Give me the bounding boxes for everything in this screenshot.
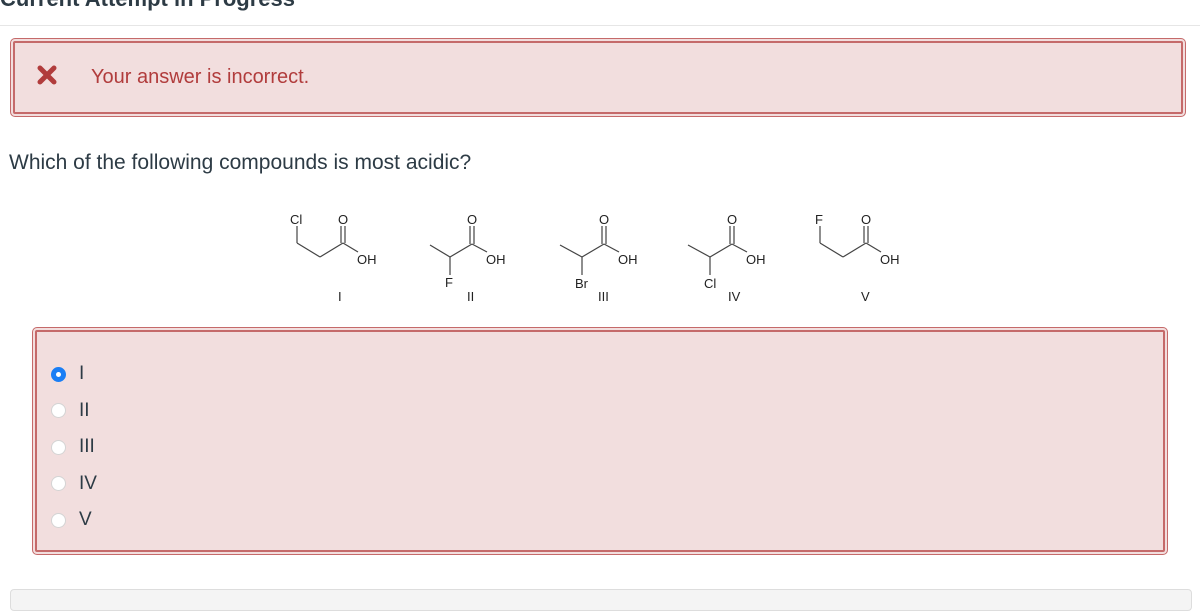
answer-options: I II III IV V: [51, 356, 97, 539]
radio-II[interactable]: [51, 403, 66, 419]
compound-structures: Cl O OH I O OH F II O OH Br III O OH Cl …: [270, 200, 930, 315]
option-II[interactable]: II: [51, 393, 97, 430]
compound-IV-label: IV: [728, 289, 741, 304]
feedback-alert: Your answer is incorrect.: [10, 38, 1186, 117]
option-label-V: V: [79, 509, 92, 531]
x-mark-icon: [37, 65, 57, 85]
option-label-II: II: [79, 399, 90, 421]
compound-III-label: III: [598, 289, 609, 304]
answer-choices-box: I II III IV V: [32, 327, 1168, 555]
next-panel: [10, 589, 1192, 611]
option-III[interactable]: III: [51, 429, 97, 466]
compound-V-carbonyl-o: O: [861, 212, 871, 227]
compound-IV-bonds: [687, 226, 748, 275]
compound-II-bonds: [429, 226, 488, 275]
compound-V-label: V: [861, 289, 870, 304]
option-V[interactable]: V: [51, 502, 97, 539]
radio-III[interactable]: [51, 439, 66, 455]
feedback-message: Your answer is incorrect.: [91, 66, 310, 88]
page-heading: Current Attempt in Progress: [0, 0, 295, 12]
compound-V-bonds: [819, 226, 882, 258]
radio-IV[interactable]: [51, 476, 66, 492]
compound-II-substituent: F: [445, 275, 453, 290]
compound-II-hydroxyl: OH: [486, 252, 506, 267]
option-label-III: III: [79, 436, 95, 458]
heading-divider: [0, 25, 1200, 26]
compound-V-hydroxyl: OH: [880, 252, 900, 267]
compound-III-bonds: [559, 226, 620, 275]
compound-IV-carbonyl-o: O: [727, 212, 737, 227]
compound-III-hydroxyl: OH: [618, 252, 638, 267]
compound-I-carbonyl-o: O: [338, 212, 348, 227]
compound-I-substituent: Cl: [290, 212, 302, 227]
compound-II-label: II: [467, 289, 474, 304]
compound-III-substituent: Br: [575, 276, 589, 291]
radio-V[interactable]: [51, 512, 66, 528]
option-I[interactable]: I: [51, 356, 97, 393]
radio-I[interactable]: [51, 366, 66, 382]
compound-IV-substituent: Cl: [704, 276, 716, 291]
option-IV[interactable]: IV: [51, 466, 97, 503]
compound-I-bonds: [296, 226, 359, 258]
compound-I-label: I: [338, 289, 342, 304]
compound-II-carbonyl-o: O: [467, 212, 477, 227]
compound-V-substituent: F: [815, 212, 823, 227]
compound-III-carbonyl-o: O: [599, 212, 609, 227]
compound-I-hydroxyl: OH: [357, 252, 377, 267]
option-label-IV: IV: [79, 472, 97, 494]
option-label-I: I: [79, 363, 85, 385]
question-text: Which of the following compounds is most…: [9, 151, 472, 174]
compound-IV-hydroxyl: OH: [746, 252, 766, 267]
